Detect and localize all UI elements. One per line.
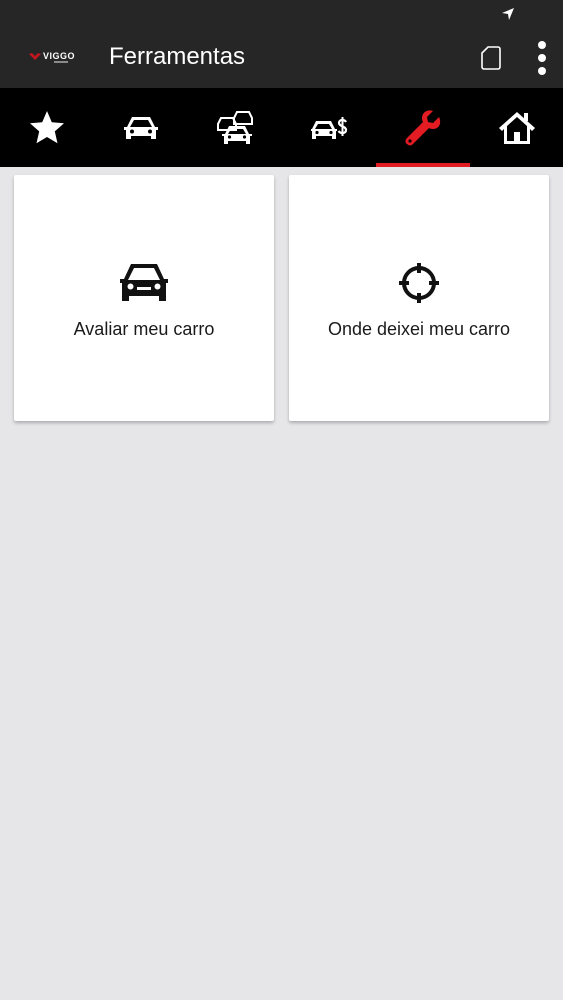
cars-icon	[217, 110, 253, 144]
app-bar: VIGGO Ferramentas	[0, 28, 563, 88]
tab-home[interactable]	[470, 88, 563, 167]
tab-cars[interactable]	[188, 88, 282, 167]
card-find-my-car[interactable]: Onde deixei meu carro	[289, 175, 549, 421]
logo-subline	[54, 61, 68, 63]
logo-text: VIGGO	[43, 51, 76, 61]
card-label: Avaliar meu carro	[73, 319, 215, 339]
tab-favorites[interactable]	[0, 88, 94, 167]
page-title: Ferramentas	[109, 43, 246, 70]
card-evaluate-car[interactable]: Avaliar meu carro	[14, 175, 274, 421]
tab-bar	[0, 88, 563, 167]
tab-tools[interactable]	[376, 88, 470, 167]
tab-car-finance[interactable]	[282, 88, 376, 167]
card-label: Onde deixei meu carro	[327, 319, 511, 339]
car-dollar-icon	[311, 116, 348, 139]
star-icon	[30, 110, 64, 143]
app-logo: VIGGO	[28, 48, 80, 68]
wrench-icon	[405, 109, 441, 145]
more-vertical-icon[interactable]	[530, 40, 554, 76]
page-icon[interactable]	[480, 45, 502, 71]
logo-mark-icon	[29, 53, 41, 60]
home-icon	[499, 111, 535, 144]
crosshair-icon	[399, 263, 439, 303]
car-icon	[120, 264, 168, 301]
car-icon	[124, 116, 158, 139]
location-arrow-icon	[502, 8, 514, 20]
status-bar	[0, 0, 563, 28]
tab-car[interactable]	[94, 88, 188, 167]
